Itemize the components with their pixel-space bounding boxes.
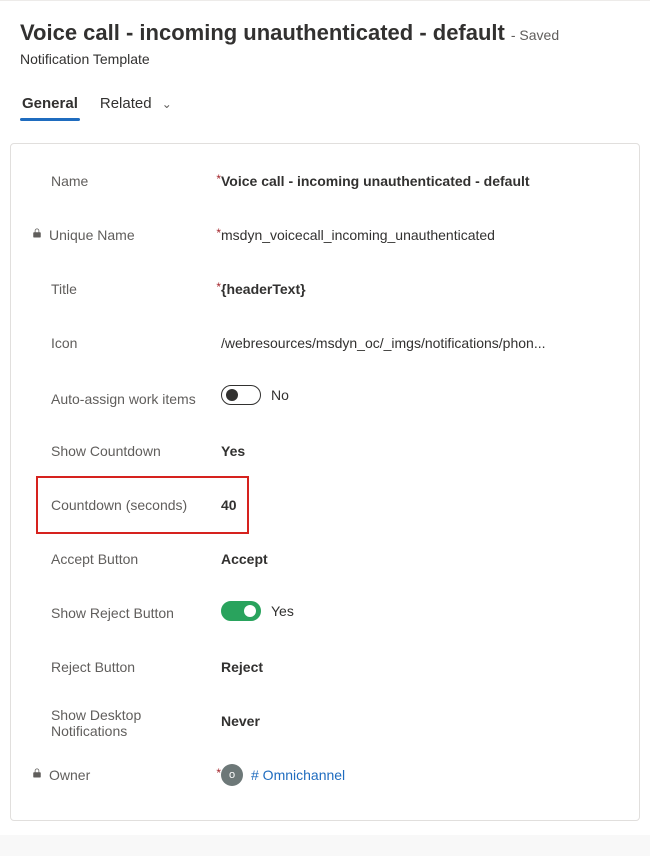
page-title: Voice call - incoming unauthenticated - … bbox=[20, 19, 505, 47]
required-icon: * bbox=[216, 280, 221, 294]
label-show-reject-text: Show Reject Button bbox=[51, 605, 174, 621]
label-countdown: Countdown (seconds) bbox=[31, 491, 221, 519]
show-reject-state: Yes bbox=[271, 603, 294, 619]
field-countdown: Countdown (seconds) 40 bbox=[31, 478, 619, 532]
tab-bar: General Related ⌄ bbox=[20, 89, 630, 121]
label-owner-text: Owner bbox=[49, 767, 90, 783]
value-accept-button[interactable]: Accept bbox=[221, 545, 619, 573]
tab-related[interactable]: Related ⌄ bbox=[98, 89, 174, 120]
label-reject-button: Reject Button bbox=[31, 653, 221, 681]
auto-assign-state: No bbox=[271, 387, 289, 403]
value-show-countdown[interactable]: Yes bbox=[221, 437, 619, 465]
owner-lookup[interactable]: o # Omnichannel bbox=[221, 764, 345, 786]
field-name: Name * Voice call - incoming unauthentic… bbox=[31, 154, 619, 208]
field-auto-assign: Auto-assign work items No bbox=[31, 370, 619, 424]
save-status: - Saved bbox=[511, 27, 559, 43]
value-title[interactable]: {headerText} bbox=[221, 275, 619, 303]
value-owner: o # Omnichannel bbox=[221, 758, 619, 792]
label-title: Title * bbox=[31, 275, 221, 303]
required-icon: * bbox=[216, 766, 221, 780]
label-show-desktop: Show Desktop Notifications bbox=[31, 697, 221, 745]
label-title-text: Title bbox=[51, 281, 77, 297]
tab-general-label: General bbox=[22, 95, 78, 112]
label-owner: Owner * bbox=[31, 761, 221, 789]
value-unique-name: msdyn_voicecall_incoming_unauthenticated bbox=[221, 221, 619, 249]
label-name-text: Name bbox=[51, 173, 88, 189]
value-show-desktop[interactable]: Never bbox=[221, 707, 619, 735]
field-reject-button: Reject Button Reject bbox=[31, 640, 619, 694]
avatar: o bbox=[221, 764, 243, 786]
required-icon: * bbox=[216, 172, 221, 186]
field-owner: Owner * o # Omnichannel bbox=[31, 748, 619, 802]
label-unique-name: Unique Name * bbox=[31, 221, 221, 249]
value-countdown[interactable]: 40 bbox=[221, 491, 619, 519]
label-icon-text: Icon bbox=[51, 335, 77, 351]
field-unique-name: Unique Name * msdyn_voicecall_incoming_u… bbox=[31, 208, 619, 262]
label-countdown-text: Countdown (seconds) bbox=[51, 497, 187, 513]
form-card: Name * Voice call - incoming unauthentic… bbox=[10, 143, 640, 821]
label-accept-button-text: Accept Button bbox=[51, 551, 138, 567]
field-show-countdown: Show Countdown Yes bbox=[31, 424, 619, 478]
label-show-reject: Show Reject Button bbox=[31, 599, 221, 627]
entity-type-label: Notification Template bbox=[20, 51, 630, 67]
value-reject-button[interactable]: Reject bbox=[221, 653, 619, 681]
form-area: Name * Voice call - incoming unauthentic… bbox=[0, 131, 650, 835]
label-auto-assign-text: Auto-assign work items bbox=[51, 391, 196, 407]
field-accept-button: Accept Button Accept bbox=[31, 532, 619, 586]
value-name[interactable]: Voice call - incoming unauthenticated - … bbox=[221, 167, 619, 195]
label-accept-button: Accept Button bbox=[31, 545, 221, 573]
value-show-reject: Yes bbox=[221, 595, 619, 630]
auto-assign-toggle[interactable]: No bbox=[221, 385, 289, 405]
label-unique-name-text: Unique Name bbox=[49, 227, 135, 243]
tab-general[interactable]: General bbox=[20, 89, 80, 120]
label-icon: Icon bbox=[31, 329, 221, 357]
field-show-desktop: Show Desktop Notifications Never bbox=[31, 694, 619, 748]
label-show-countdown: Show Countdown bbox=[31, 437, 221, 465]
lock-icon bbox=[31, 767, 43, 782]
required-icon: * bbox=[216, 226, 221, 240]
field-show-reject: Show Reject Button Yes bbox=[31, 586, 619, 640]
toggle-switch-on bbox=[221, 601, 261, 621]
page: Voice call - incoming unauthenticated - … bbox=[0, 0, 650, 131]
owner-link[interactable]: # Omnichannel bbox=[251, 767, 345, 783]
show-reject-toggle[interactable]: Yes bbox=[221, 601, 294, 621]
tab-related-label: Related bbox=[100, 95, 152, 112]
field-title: Title * {headerText} bbox=[31, 262, 619, 316]
label-auto-assign: Auto-assign work items bbox=[31, 381, 221, 413]
header-row: Voice call - incoming unauthenticated - … bbox=[20, 19, 630, 47]
value-icon[interactable]: /webresources/msdyn_oc/_imgs/notificatio… bbox=[221, 329, 619, 357]
field-icon: Icon /webresources/msdyn_oc/_imgs/notifi… bbox=[31, 316, 619, 370]
label-show-desktop-text: Show Desktop Notifications bbox=[51, 707, 221, 739]
lock-icon bbox=[31, 227, 43, 242]
toggle-switch-off bbox=[221, 385, 261, 405]
value-auto-assign: No bbox=[221, 379, 619, 414]
label-name: Name * bbox=[31, 167, 221, 195]
label-reject-button-text: Reject Button bbox=[51, 659, 135, 675]
chevron-down-icon: ⌄ bbox=[162, 97, 172, 111]
label-show-countdown-text: Show Countdown bbox=[51, 443, 161, 459]
